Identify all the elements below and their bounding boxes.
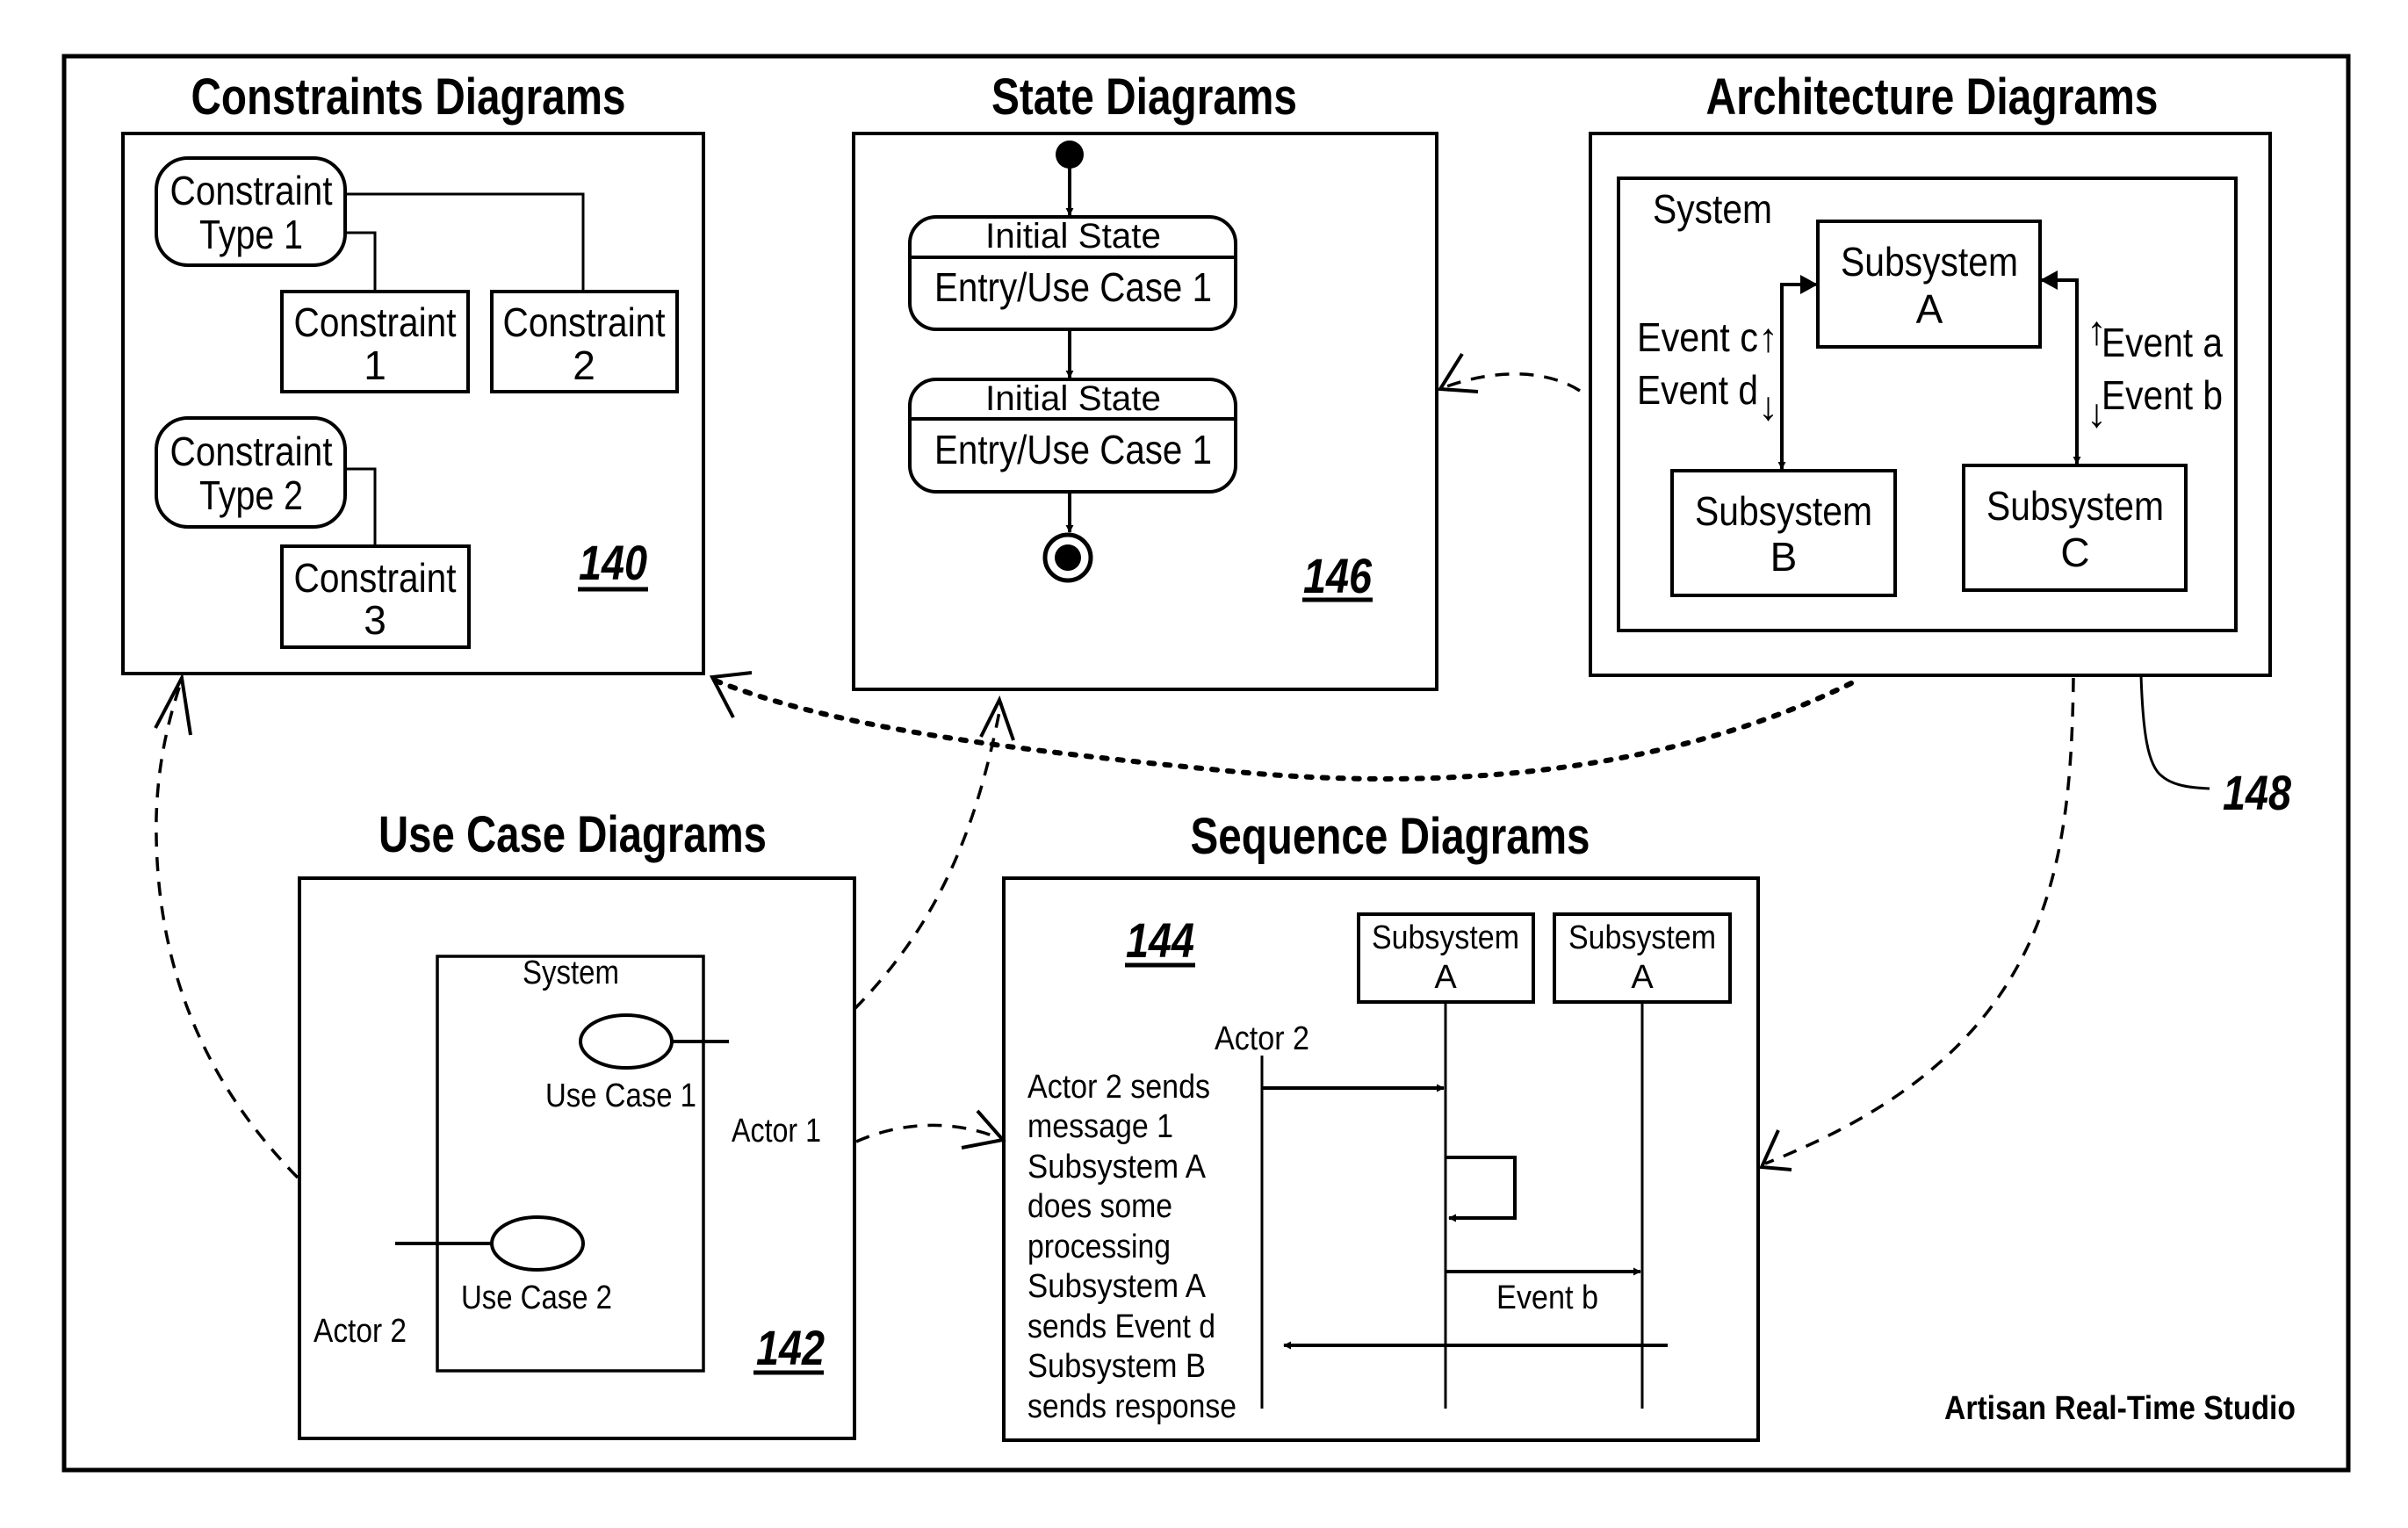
constraint-2-line2: 2 [573,342,595,388]
initial-pseudostate-icon [1056,141,1084,169]
use-case-title: Use Case Diagrams [379,806,767,863]
lifeline-1-line1: Subsystem [1372,919,1519,956]
lifeline-2-line1: Subsystem [1568,919,1716,956]
narrative-line-1: Actor 2 sends [1027,1069,1210,1106]
narrative-line-8: Subsystem B [1027,1348,1206,1385]
narrative-line-9: sends response [1027,1388,1236,1425]
constraints-title: Constraints Diagrams [191,68,626,126]
state-1-action: Entry/Use Case 1 [934,264,1212,310]
use-case-system-label: System [523,955,619,991]
use-case-1-label: Use Case 1 [545,1078,696,1114]
narrative-line-2: message 1 [1027,1108,1173,1145]
use-case-panel: Use Case Diagrams System Use Case 1 Acto… [298,806,856,1440]
narrative-line-4: does some [1027,1188,1172,1225]
constraints-panel: Constraints Diagrams Constraint Type 1 C… [121,68,705,675]
brand-label: Artisan Real-Time Studio [1944,1390,2296,1427]
subsystem-a-line2: A [1916,286,1943,332]
narrative-line-6: Subsystem A [1027,1268,1207,1305]
event-d-down-arrow-icon: ↓ [1758,383,1778,429]
constraint-2-line1: Constraint [503,299,666,345]
narrative-line-3: Subsystem A [1027,1149,1207,1186]
constraint-3-line1: Constraint [294,555,457,601]
constraint-type-2[interactable]: Constraint Type 2 [155,416,347,529]
actor-2-label: Actor 2 [314,1313,407,1350]
sequence-actor-label: Actor 2 [1215,1020,1309,1057]
use-case-2-ellipse[interactable] [490,1215,585,1272]
state-2-name: Initial State [985,379,1161,418]
constraint-type-2-line2: Type 2 [199,472,303,518]
constraint-type-1[interactable]: Constraint Type 1 [155,156,347,267]
narrative-line-5: processing [1027,1229,1171,1265]
constraints-ref-number: 140 [579,535,647,590]
sequence-ref-number: 144 [1126,912,1194,968]
constraint-1-line1: Constraint [294,299,457,345]
state-title: State Diagrams [991,68,1297,126]
actor-1-label: Actor 1 [732,1113,821,1150]
narrative-line-7: sends Event d [1027,1308,1215,1345]
event-c-up-arrow-icon: ↑ [1758,314,1778,360]
use-case-ref-number: 142 [756,1320,825,1375]
event-d-label: Event d [1637,367,1758,413]
subsystem-a-line1: Subsystem [1841,239,2018,285]
state-2[interactable]: Initial State Entry/Use Case 1 [908,378,1237,494]
sequence-title: Sequence Diagrams [1191,808,1590,865]
diagram-canvas: Constraints Diagrams Constraint Type 1 C… [61,54,2351,1473]
event-a-label: Event a [2102,320,2223,365]
sequence-panel: Sequence Diagrams 144 Subsystem A Subsys… [1002,808,1760,1442]
state-1-name: Initial State [985,217,1161,256]
constraint-type-1-line2: Type 1 [199,212,303,257]
lifeline-1-line2: A [1434,959,1457,996]
subsystem-c-line2: C [2060,530,2089,575]
lifeline-1-header[interactable]: Subsystem A [1357,912,1535,1004]
state-ref-number: 146 [1303,548,1373,603]
subsystem-a[interactable]: Subsystem A [1816,220,2042,349]
state-panel: State Diagrams Initial State Entry/Use C… [852,68,1438,691]
use-case-2-label: Use Case 2 [461,1279,612,1316]
constraint-1-line2: 1 [364,342,386,388]
subsystem-b[interactable]: Subsystem B [1670,469,1897,597]
use-case-1-ellipse[interactable] [579,1013,674,1070]
lifeline-2-line2: A [1631,959,1654,996]
constraint-3-line2: 3 [364,597,386,643]
ref-148-label: 148 [2223,765,2292,820]
subsystem-c[interactable]: Subsystem C [1962,464,2188,592]
subsystem-b-line1: Subsystem [1695,488,1872,534]
constraint-1[interactable]: Constraint 1 [280,290,470,393]
architecture-panel: Architecture Diagrams System Subsystem A… [1589,68,2272,677]
constraint-3[interactable]: Constraint 3 [280,544,471,649]
architecture-title: Architecture Diagrams [1706,68,2159,126]
event-b-label: Event b [2102,372,2223,418]
subsystem-b-line2: B [1770,534,1798,580]
lifeline-2-header[interactable]: Subsystem A [1553,912,1732,1004]
architecture-system-label: System [1653,186,1772,232]
final-state-icon [1042,532,1093,583]
constraint-type-2-line1: Constraint [170,429,333,474]
subsystem-c-line1: Subsystem [1986,483,2164,529]
event-b-message-label: Event b [1496,1279,1598,1316]
state-2-action: Entry/Use Case 1 [934,427,1212,472]
constraint-2[interactable]: Constraint 2 [490,290,679,393]
event-c-label: Event c [1637,314,1758,360]
state-1[interactable]: Initial State Entry/Use Case 1 [908,215,1237,331]
constraint-type-1-line1: Constraint [170,168,333,213]
